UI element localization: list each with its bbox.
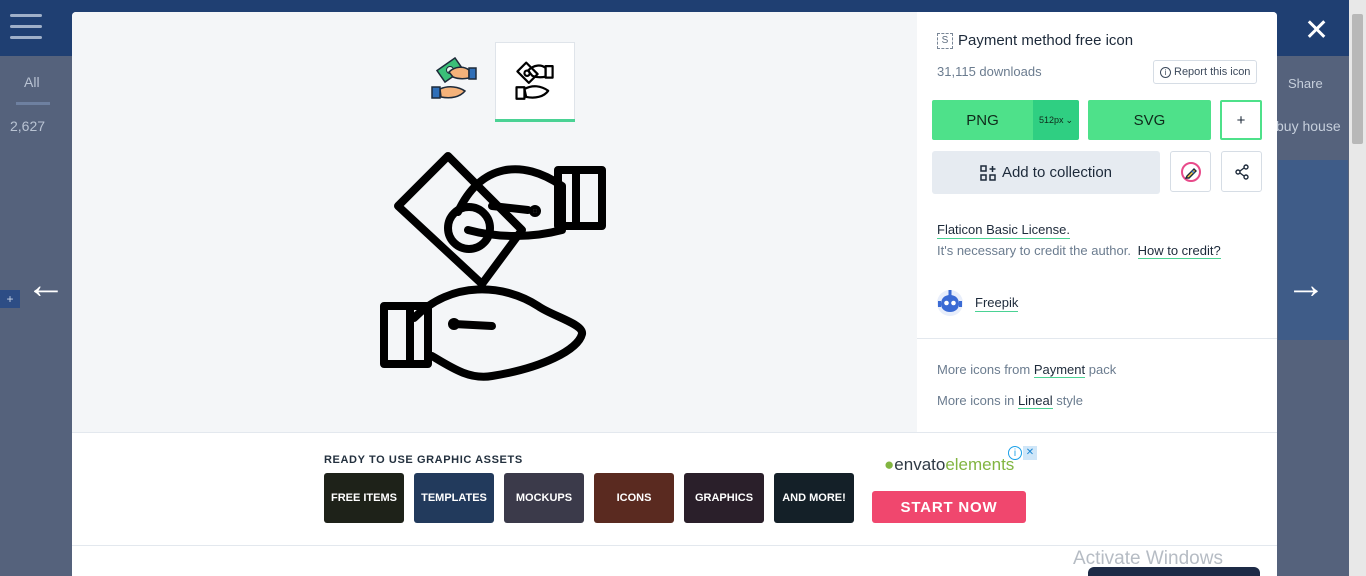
author-name-link[interactable]: Freepik (975, 295, 1019, 312)
more-style-suffix: style (1056, 393, 1083, 408)
ad-tile-and-more[interactable]: AND MORE! (774, 473, 854, 523)
more-style-prefix: More icons in (937, 393, 1015, 408)
info-icon: i (1160, 66, 1171, 78)
style-link[interactable]: Lineal (1017, 393, 1053, 409)
credit-row: It's necessary to credit the author. How… (937, 243, 1221, 259)
premium-badge-icon: S (937, 32, 953, 49)
ad-headline: READY TO USE GRAPHIC ASSETS (324, 454, 523, 466)
selected-thumbnail-indicator (495, 119, 575, 122)
download-png-button[interactable]: PNG (932, 100, 1033, 140)
envato-brand: envato (894, 455, 946, 474)
icon-title: Payment method free icon (958, 32, 1134, 49)
close-icon[interactable]: ✕ (1304, 16, 1329, 46)
more-from-pack: More icons from Payment pack (937, 362, 1117, 378)
license-link[interactable]: Flaticon Basic License. (937, 222, 1070, 239)
background-tab-underline (16, 102, 50, 105)
line-variant-thumbnail[interactable] (495, 42, 575, 122)
scrollbar-thumb[interactable] (1352, 14, 1363, 144)
icon-detail-modal: S Payment method free icon 31,115 downlo… (72, 12, 1277, 576)
background-search-text: buy house (1276, 118, 1341, 134)
pack-link[interactable]: Payment (1033, 362, 1086, 378)
chevron-down-icon: ⌄ (1065, 114, 1074, 125)
more-pack-prefix: More icons from (937, 362, 1031, 377)
activate-windows-watermark: Activate Windows (1073, 548, 1223, 569)
background-plus: + (0, 290, 20, 308)
ad-tile-templates[interactable]: TEMPLATES (414, 473, 494, 523)
download-count: 31,115 downloads (937, 64, 1042, 79)
more-pack-suffix: pack (1088, 362, 1117, 377)
menu-icon (10, 14, 42, 40)
envato-elements-logo: ●envatoelements (884, 455, 1014, 475)
payment-method-large-icon (380, 152, 606, 381)
icon-preview-area (72, 12, 917, 432)
ad-tile-graphics[interactable]: GRAPHICS (684, 473, 764, 523)
previous-arrow-icon[interactable]: ← (26, 265, 66, 305)
edit-icon-button[interactable] (1170, 151, 1211, 192)
envato-leaf-icon: ● (884, 455, 895, 474)
title-row: S Payment method free icon (937, 32, 1133, 49)
ad-tile-icons[interactable]: ICONS (594, 473, 674, 523)
report-icon-button[interactable]: i Report this icon (1153, 60, 1258, 84)
share-icon (1234, 163, 1249, 180)
collection-icon (980, 164, 996, 181)
freepik-avatar-icon (937, 290, 963, 316)
background-result-count: 2,627 (10, 118, 46, 134)
envato-ad-banner[interactable]: READY TO USE GRAPHIC ASSETS FREE ITEMS T… (72, 432, 1277, 546)
add-to-collection-label: Add to collection (1001, 164, 1113, 181)
how-to-credit-link[interactable]: How to credit? (1137, 243, 1221, 259)
divider (917, 338, 1277, 339)
ad-choices: i ✕ (1007, 446, 1037, 460)
ad-close-icon[interactable]: ✕ (1023, 446, 1037, 460)
ad-tile-mockups[interactable]: MOCKUPS (504, 473, 584, 523)
start-now-button[interactable]: START NOW (872, 491, 1026, 523)
next-arrow-icon[interactable]: → (1286, 265, 1326, 305)
background-tab-all: All (24, 74, 40, 90)
share-button[interactable] (1221, 151, 1262, 192)
background-share-label: Share (1288, 76, 1323, 91)
download-svg-button[interactable]: SVG (1088, 100, 1211, 140)
add-to-collection-button[interactable]: Add to collection (932, 151, 1160, 194)
png-size-select[interactable]: 512px ⌄ (1033, 100, 1079, 140)
icon-info-panel: S Payment method free icon 31,115 downlo… (917, 12, 1277, 432)
payment-color-icon (431, 57, 477, 99)
more-formats-button[interactable]: + (1220, 100, 1262, 140)
more-in-style: More icons in Lineal style (937, 393, 1083, 409)
ad-tile-free-items[interactable]: FREE ITEMS (324, 473, 404, 523)
credit-text: It's necessary to credit the author. (937, 243, 1131, 258)
ad-info-icon[interactable]: i (1008, 446, 1022, 460)
background-banner (1278, 160, 1348, 340)
payment-line-icon (515, 61, 554, 100)
png-size-value: 512px (1038, 115, 1064, 125)
color-variant-thumbnail[interactable] (414, 42, 494, 122)
envato-elements-word: elements (945, 455, 1015, 474)
report-label: Report this icon (1174, 66, 1251, 78)
edit-pencil-icon (1180, 161, 1201, 182)
author-row[interactable]: Freepik (935, 288, 1019, 318)
